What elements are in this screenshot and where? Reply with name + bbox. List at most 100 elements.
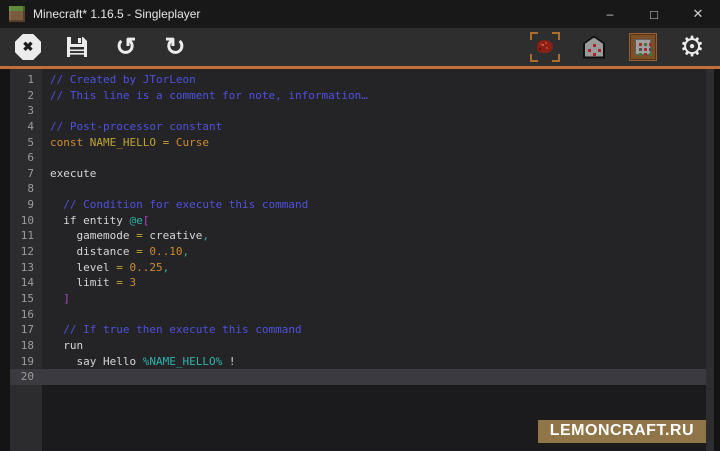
- code-line-20[interactable]: 20: [10, 369, 706, 385]
- editor-left-margin: [0, 69, 10, 451]
- code-lines: 1// Created by JTorLeon2 // This line is …: [10, 72, 706, 385]
- line-number: 7: [10, 166, 42, 182]
- token-plain: gamemode: [50, 229, 136, 242]
- line-number: 17: [10, 322, 42, 338]
- token-comment: // Condition for execute this command: [50, 198, 308, 211]
- structure-home-button[interactable]: [578, 31, 610, 63]
- bracket-corner: [552, 54, 560, 62]
- code-line-2[interactable]: 2 // This line is a comment for note, inf…: [10, 88, 706, 104]
- code-text: [42, 307, 50, 323]
- token-cyan: ,: [163, 261, 170, 274]
- token-plain: limit: [50, 276, 116, 289]
- undo-button[interactable]: ↺: [110, 31, 142, 63]
- code-line-9[interactable]: 9 // Condition for execute this command: [10, 197, 706, 213]
- code-text: distance = 0..10,: [42, 244, 189, 260]
- redstone-tool-button[interactable]: [529, 31, 561, 63]
- code-line-7[interactable]: 7 execute: [10, 166, 706, 182]
- octagon-x-icon: ✖: [15, 34, 41, 60]
- code-line-13[interactable]: 13 level = 0..25,: [10, 260, 706, 276]
- titlebar[interactable]: Minecraft* 1.16.5 - Singleplayer – □ ✕: [0, 0, 720, 28]
- code-text: execute: [42, 166, 96, 182]
- token-comment: // Post-processor constant: [50, 120, 222, 133]
- line-number: 8: [10, 181, 42, 197]
- token-comment: // This line is a comment for note, info…: [50, 89, 368, 102]
- maximize-button[interactable]: □: [632, 0, 676, 28]
- line-number: 20: [10, 369, 42, 385]
- line-number: 9: [10, 197, 42, 213]
- lemoncraft-watermark: LEMONCRAFT.RU: [538, 420, 706, 443]
- token-plain: level: [50, 261, 116, 274]
- token-plain: execute: [50, 167, 96, 180]
- line-number: 10: [10, 213, 42, 229]
- code-text: say Hello %NAME_HELLO% !: [42, 354, 235, 370]
- floppy-disk-icon: [65, 35, 89, 59]
- redo-button[interactable]: ↻: [159, 31, 191, 63]
- crafting-table-button[interactable]: [627, 31, 659, 63]
- close-button[interactable]: ✕: [676, 0, 720, 28]
- selection-brackets-icon: [530, 32, 560, 62]
- token-plain: say Hello: [50, 355, 143, 368]
- token-yellow: NAME_HELLO =: [90, 136, 176, 149]
- line-number: 1: [10, 72, 42, 88]
- token-orange: 3: [129, 276, 136, 289]
- minimize-button[interactable]: –: [588, 0, 632, 28]
- line-number: 4: [10, 119, 42, 135]
- code-line-5[interactable]: 5const NAME_HELLO = Curse: [10, 135, 706, 151]
- settings-button[interactable]: ⚙: [676, 31, 708, 63]
- code-text: ]: [42, 291, 70, 307]
- code-line-4[interactable]: 4 // Post-processor constant: [10, 119, 706, 135]
- token-plain: run: [50, 339, 83, 352]
- code-text: gamemode = creative,: [42, 228, 209, 244]
- line-number: 12: [10, 244, 42, 260]
- token-cyan: @e: [129, 214, 142, 227]
- code-text: if entity @e[: [42, 213, 149, 229]
- code-line-17[interactable]: 17 // If true then execute this command: [10, 322, 706, 338]
- code-line-8[interactable]: 8: [10, 181, 706, 197]
- undo-icon: ↺: [116, 35, 137, 60]
- code-line-1[interactable]: 1// Created by JTorLeon: [10, 72, 706, 88]
- home-icon: [583, 36, 605, 59]
- token-cyan: ,: [202, 229, 209, 242]
- token-plain: distance: [50, 245, 136, 258]
- cancel-button[interactable]: ✖: [12, 31, 44, 63]
- code-line-3[interactable]: 3: [10, 103, 706, 119]
- token-yellow: =: [136, 229, 143, 242]
- token-plain: if entity: [50, 214, 129, 227]
- line-number: 2: [10, 88, 42, 104]
- code-line-15[interactable]: 15 ]: [10, 291, 706, 307]
- code-line-19[interactable]: 19 say Hello %NAME_HELLO% !: [10, 354, 706, 370]
- token-orange: Curse: [176, 136, 209, 149]
- token-plain: creative: [143, 229, 203, 242]
- gear-icon: ⚙: [679, 33, 704, 61]
- code-text: limit = 3: [42, 275, 136, 291]
- x-glyph: ✖: [23, 39, 34, 55]
- window-controls: – □ ✕: [588, 0, 720, 28]
- token-orange: 0..10: [149, 245, 182, 258]
- token-plain: !: [222, 355, 235, 368]
- token-cyan: ,: [182, 245, 189, 258]
- scrollbar-track[interactable]: [706, 69, 714, 451]
- code-line-6[interactable]: 6: [10, 150, 706, 166]
- crafting-grid: [635, 39, 651, 55]
- code-line-10[interactable]: 10 if entity @e[: [10, 213, 706, 229]
- token-yellow: =: [136, 245, 143, 258]
- code-line-16[interactable]: 16: [10, 307, 706, 323]
- redstone-dust-icon: [537, 40, 553, 53]
- minecraft-editor-window: Minecraft* 1.16.5 - Singleplayer – □ ✕ ✖…: [0, 0, 720, 451]
- grass-block-app-icon: [9, 6, 25, 22]
- token-orange: 0..25: [129, 261, 162, 274]
- redo-icon: ↻: [165, 35, 186, 60]
- code-line-11[interactable]: 11 gamemode = creative,: [10, 228, 706, 244]
- code-line-18[interactable]: 18 run: [10, 338, 706, 354]
- token-yellow: =: [116, 276, 123, 289]
- token-magenta: ]: [50, 292, 70, 305]
- line-number: 3: [10, 103, 42, 119]
- home-icon-dots: [593, 44, 596, 47]
- token-comment: // If true then execute this command: [50, 323, 302, 336]
- save-button[interactable]: [61, 31, 93, 63]
- code-editor[interactable]: 1// Created by JTorLeon2 // This line is …: [0, 69, 720, 451]
- code-text: level = 0..25,: [42, 260, 169, 276]
- toolbar: ✖ ↺ ↻: [0, 28, 720, 66]
- code-line-12[interactable]: 12 distance = 0..10,: [10, 244, 706, 260]
- code-line-14[interactable]: 14 limit = 3: [10, 275, 706, 291]
